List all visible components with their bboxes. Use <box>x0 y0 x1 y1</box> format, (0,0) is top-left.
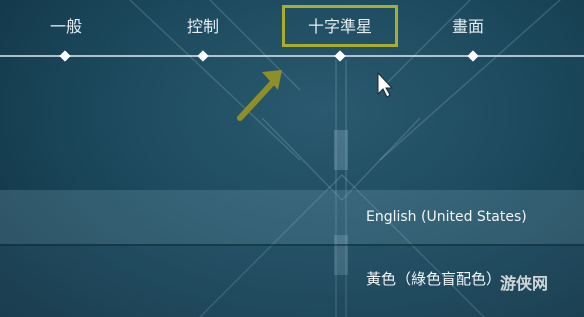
tab-video[interactable]: 畫面 <box>446 14 490 40</box>
diamond-icon <box>197 50 209 62</box>
color-setting-row[interactable]: 黃色（綠色盲配色） <box>0 246 584 317</box>
tab-controls[interactable]: 控制 <box>181 14 225 40</box>
diamond-icon <box>59 50 71 62</box>
language-setting-row[interactable]: English (United States) <box>0 190 584 244</box>
diamond-icon <box>334 50 346 62</box>
watermark-text: 游侠网 <box>500 274 549 293</box>
tab-crosshair[interactable]: 十字準星 <box>282 5 398 47</box>
language-value: English (United States) <box>366 209 527 225</box>
watermark: 游侠网 <box>500 270 548 294</box>
tab-general[interactable]: 一般 <box>44 14 88 40</box>
crosshair-color-value: 黃色（綠色盲配色） <box>366 270 502 288</box>
tab-underline <box>0 55 584 57</box>
tab-crosshair-label: 十字準星 <box>307 17 372 36</box>
diamond-icon <box>467 50 479 62</box>
